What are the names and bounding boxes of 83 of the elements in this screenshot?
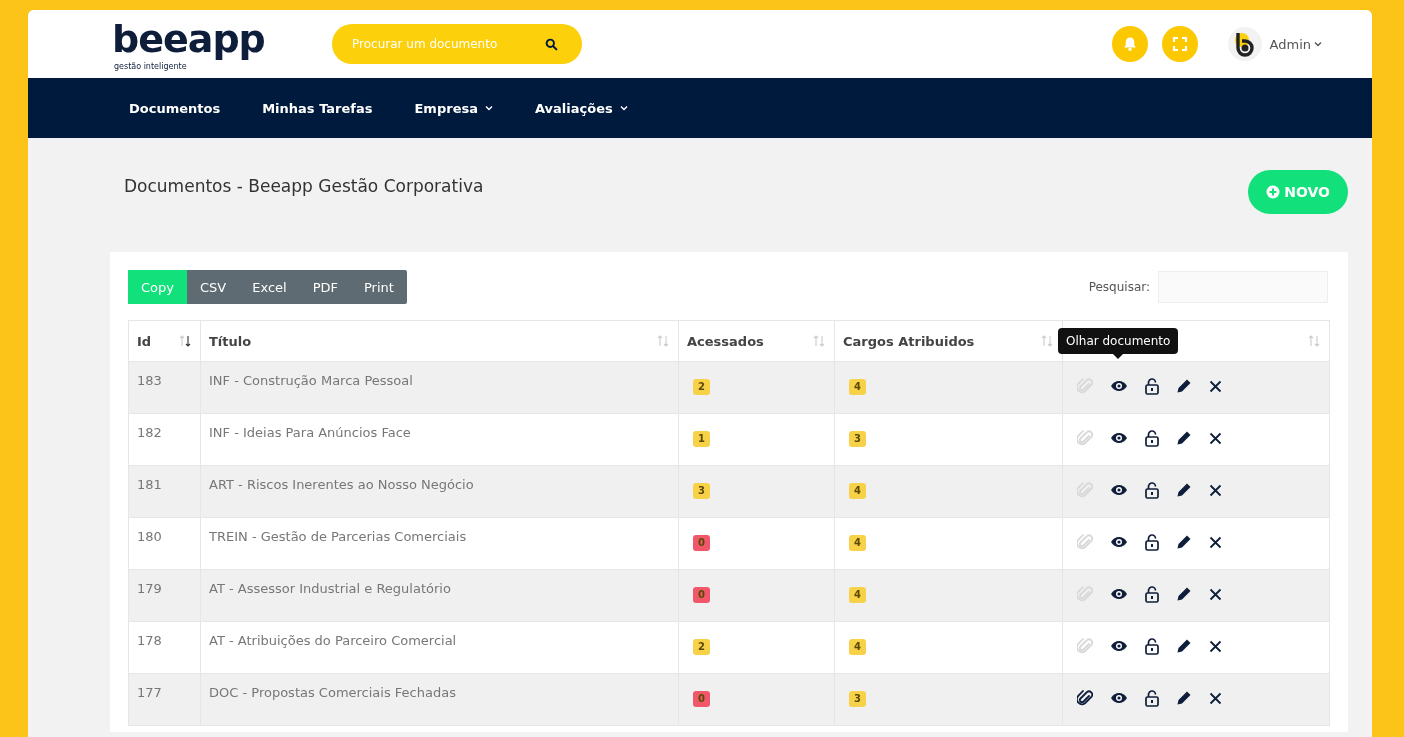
close-icon[interactable] xyxy=(1209,639,1222,653)
table-cell: AT - Atribuições do Parceiro Comercial xyxy=(200,621,679,674)
export-button[interactable]: PDF xyxy=(299,270,351,304)
table-cell: DOC - Propostas Comerciais Fechadas xyxy=(200,673,679,726)
table-cell: 178 xyxy=(128,621,201,674)
close-icon[interactable] xyxy=(1209,587,1222,601)
plus-icon xyxy=(1266,185,1281,199)
tooltip-arrow xyxy=(1113,354,1124,359)
count-badge: 3 xyxy=(693,483,710,499)
eye-icon[interactable] xyxy=(1110,640,1128,652)
count-badge: 0 xyxy=(693,535,710,551)
close-icon[interactable] xyxy=(1209,691,1222,705)
column-header[interactable] xyxy=(1062,320,1330,362)
pencil-icon[interactable] xyxy=(1176,586,1192,602)
page-title: Documentos - Beeapp Gestão Corporativa xyxy=(124,176,484,196)
count-badge: 4 xyxy=(849,535,866,551)
search-field[interactable]: Procurar um documento xyxy=(332,24,582,64)
column-header[interactable]: Acessados xyxy=(678,320,835,362)
tooltip: Olhar documento xyxy=(1058,328,1179,354)
eye-icon[interactable] xyxy=(1110,692,1128,704)
nav-link[interactable]: Avaliações xyxy=(513,100,649,116)
pencil-icon[interactable] xyxy=(1176,534,1192,550)
export-button[interactable]: CSV xyxy=(187,270,240,304)
close-icon[interactable] xyxy=(1209,483,1222,497)
close-icon[interactable] xyxy=(1209,431,1222,445)
count-badge: 4 xyxy=(849,379,866,395)
padlock-icon[interactable] xyxy=(1145,533,1159,551)
caret-icon xyxy=(1314,41,1322,47)
table-cell: 183 xyxy=(128,361,201,414)
table-cell: ART - Riscos Inerentes ao Nosso Negócio xyxy=(200,465,679,518)
table-cell: 177 xyxy=(128,673,201,726)
close-icon[interactable] xyxy=(1209,535,1222,549)
count-badge: 2 xyxy=(693,639,710,655)
logo-text: beeapp xyxy=(112,16,265,62)
table-cell: INF - Construção Marca Pessoal xyxy=(200,361,679,414)
eye-icon[interactable] xyxy=(1110,380,1128,392)
column-header[interactable]: Título xyxy=(200,320,679,362)
table-cell: 180 xyxy=(128,517,201,570)
table-cell: 181 xyxy=(128,465,201,518)
table-cell: TREIN - Gestão de Parcerias Comerciais xyxy=(200,517,679,570)
count-badge: 4 xyxy=(849,483,866,499)
eye-icon[interactable] xyxy=(1110,432,1128,444)
avatar-icon[interactable] xyxy=(1227,27,1262,61)
pencil-icon[interactable] xyxy=(1176,430,1192,446)
eye-icon[interactable] xyxy=(1110,536,1128,548)
export-button[interactable]: Excel xyxy=(239,270,300,304)
pencil-icon[interactable] xyxy=(1176,482,1192,498)
count-badge: 0 xyxy=(693,587,710,603)
nav-link[interactable]: Documentos xyxy=(108,100,242,116)
eye-icon[interactable] xyxy=(1110,484,1128,496)
count-badge: 4 xyxy=(849,587,866,603)
padlock-icon[interactable] xyxy=(1145,637,1159,655)
column-header[interactable]: Id xyxy=(128,320,201,362)
nav-link[interactable]: Empresa xyxy=(393,100,514,116)
logo-tagline: gestão inteligente xyxy=(114,62,187,72)
table-cell: INF - Ideias Para Anúncios Face xyxy=(200,413,679,466)
column-header[interactable]: Cargos Atribuidos xyxy=(834,320,1063,362)
count-badge: 1 xyxy=(693,431,710,447)
eye-icon[interactable] xyxy=(1110,588,1128,600)
nav-link[interactable]: Minhas Tarefas xyxy=(241,100,394,116)
sort-arrows-icon[interactable] xyxy=(178,334,192,348)
table-cell: 182 xyxy=(128,413,201,466)
paperclip-icon[interactable] xyxy=(1077,689,1093,707)
table-cell: AT - Assessor Industrial e Regulatório xyxy=(200,569,679,622)
padlock-icon[interactable] xyxy=(1145,585,1159,603)
padlock-icon[interactable] xyxy=(1145,377,1159,395)
padlock-icon[interactable] xyxy=(1145,689,1159,707)
search-icon[interactable] xyxy=(545,38,558,51)
pencil-icon[interactable] xyxy=(1176,690,1192,706)
count-badge: 3 xyxy=(849,431,866,447)
export-button[interactable]: Print xyxy=(351,270,407,304)
count-badge: 2 xyxy=(693,379,710,395)
count-badge: 4 xyxy=(849,639,866,655)
count-badge: 0 xyxy=(693,691,710,707)
pencil-icon[interactable] xyxy=(1176,638,1192,654)
padlock-icon[interactable] xyxy=(1145,481,1159,499)
user-menu[interactable]: Admin xyxy=(1269,36,1322,52)
count-badge: 3 xyxy=(849,691,866,707)
table-cell: 179 xyxy=(128,569,201,622)
search-label: Pesquisar: xyxy=(1088,280,1150,294)
pencil-icon[interactable] xyxy=(1176,378,1192,394)
close-icon[interactable] xyxy=(1209,379,1222,393)
padlock-icon[interactable] xyxy=(1145,429,1159,447)
